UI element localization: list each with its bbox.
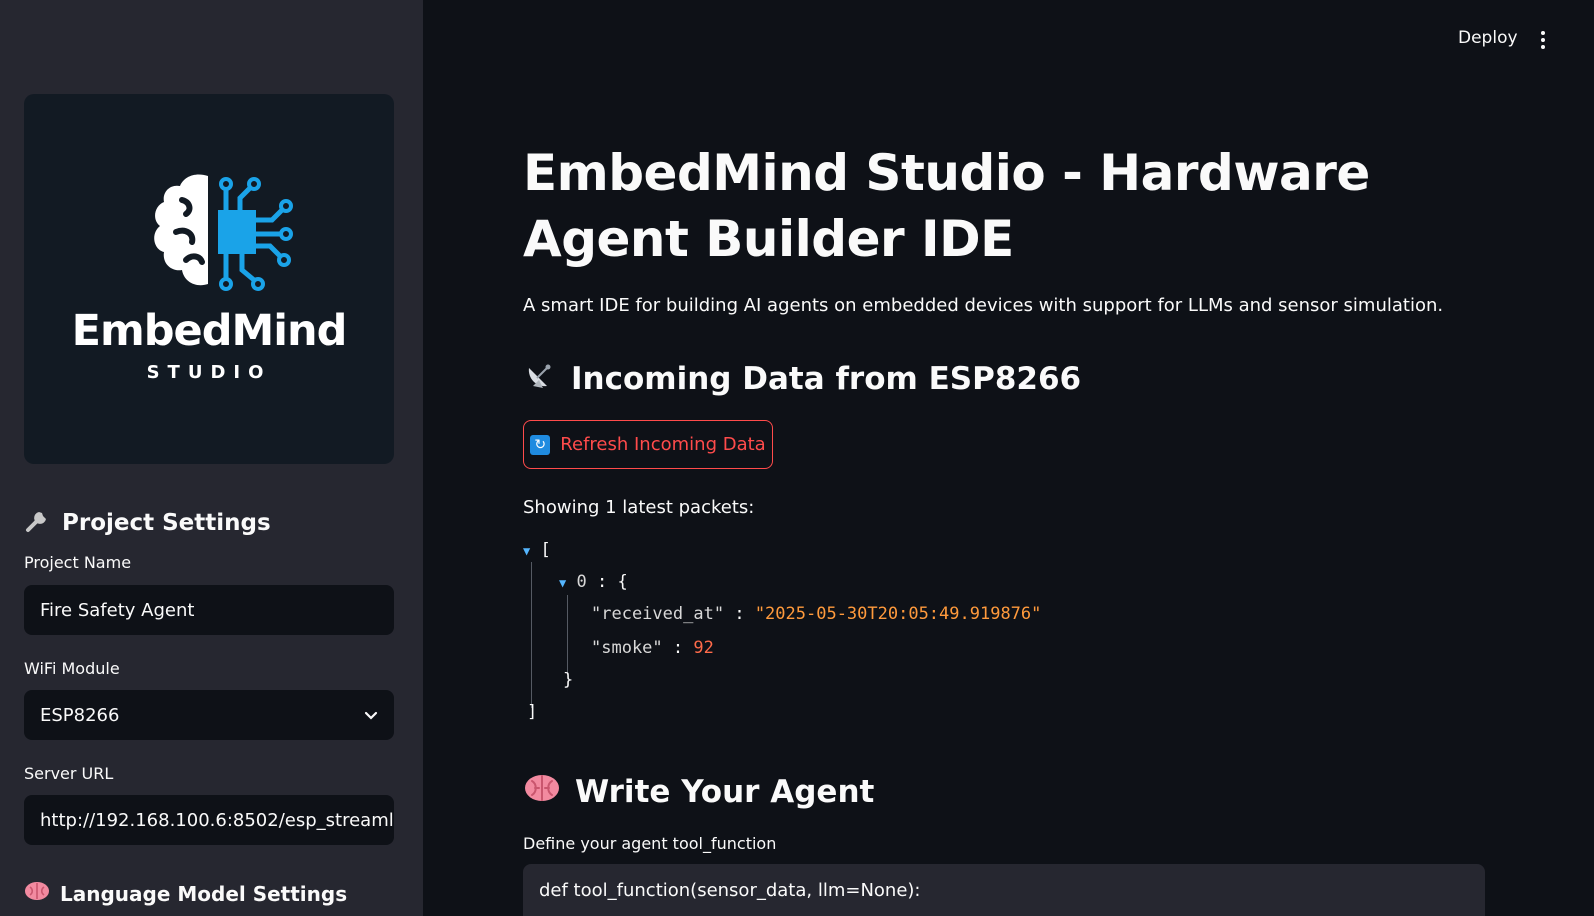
- brain-icon: [24, 880, 50, 907]
- chevron-down-icon: [364, 706, 378, 725]
- write-agent-heading: Write Your Agent: [523, 772, 874, 812]
- project-name-input[interactable]: Fire Safety Agent: [24, 585, 394, 635]
- json-close-brace: }: [563, 670, 574, 690]
- brain-icon: [523, 772, 561, 812]
- json-guide-line: [531, 562, 532, 708]
- collapse-caret-icon[interactable]: ▼: [523, 544, 530, 558]
- write-agent-title: Write Your Agent: [575, 774, 875, 810]
- logo-wordmark: EmbedMind: [71, 306, 348, 356]
- refresh-incoming-data-button[interactable]: ↻ Refresh Incoming Data: [523, 420, 773, 469]
- json-colon: :: [734, 604, 745, 624]
- project-settings-title: Project Settings: [62, 510, 271, 536]
- agent-code-editor[interactable]: def tool_function(sensor_data, llm=None)…: [523, 864, 1485, 916]
- json-value-smoke: 92: [693, 638, 714, 658]
- app-root: EmbedMind STUDIO Project Settings Projec…: [0, 0, 1594, 916]
- page-title: EmbedMind Studio - Hardware Agent Builde…: [523, 144, 1370, 268]
- llm-settings-heading: Language Model Settings: [24, 880, 347, 907]
- wrench-icon: [24, 506, 52, 540]
- wifi-module-select[interactable]: ESP8266: [24, 690, 394, 740]
- json-open-bracket: [: [540, 540, 551, 560]
- code-line: def tool_function(sensor_data, llm=None)…: [539, 880, 921, 901]
- showing-packets-text: Showing 1 latest packets:: [523, 497, 755, 518]
- json-open-brace: {: [617, 572, 628, 592]
- server-url-value: http://192.168.100.6:8502/esp_streamlit: [40, 809, 394, 831]
- json-colon: :: [596, 572, 608, 592]
- wifi-module-label: WiFi Module: [24, 659, 120, 678]
- json-guide-line: [567, 595, 568, 675]
- refresh-icon: ↻: [530, 434, 551, 455]
- json-colon: :: [672, 638, 684, 658]
- server-url-input[interactable]: http://192.168.100.6:8502/esp_streamlit: [24, 795, 394, 845]
- incoming-data-title: Incoming Data from ESP8266: [571, 361, 1082, 397]
- deploy-button[interactable]: Deploy: [1458, 28, 1518, 48]
- satellite-dish-icon: [523, 358, 557, 400]
- project-name-value: Fire Safety Agent: [40, 599, 195, 621]
- llm-settings-title: Language Model Settings: [60, 881, 348, 906]
- incoming-data-heading: Incoming Data from ESP8266: [523, 358, 1081, 400]
- json-key-received-at: "received_at": [591, 604, 725, 624]
- sidebar: EmbedMind STUDIO Project Settings Projec…: [0, 0, 423, 916]
- wifi-module-value: ESP8266: [40, 704, 120, 726]
- logo-card: EmbedMind STUDIO: [24, 94, 394, 464]
- server-url-label: Server URL: [24, 764, 114, 783]
- page-description: A smart IDE for building AI agents on em…: [523, 295, 1444, 316]
- collapse-caret-icon[interactable]: ▼: [559, 576, 566, 590]
- json-close-bracket: ]: [527, 702, 538, 722]
- project-name-label: Project Name: [24, 553, 132, 572]
- json-key-smoke: "smoke": [591, 638, 663, 658]
- json-index: 0: [576, 572, 587, 592]
- kebab-menu-icon[interactable]: [1536, 28, 1550, 52]
- agent-function-label: Define your agent tool_function: [523, 834, 777, 853]
- json-value-received-at: "2025-05-30T20:05:49.919876": [754, 604, 1042, 624]
- project-settings-heading: Project Settings: [24, 506, 271, 540]
- scrollbar[interactable]: [1586, 0, 1594, 916]
- logo-subtitle: STUDIO: [146, 362, 272, 383]
- refresh-button-label: Refresh Incoming Data: [560, 434, 766, 455]
- embedmind-logo-icon: [154, 174, 293, 291]
